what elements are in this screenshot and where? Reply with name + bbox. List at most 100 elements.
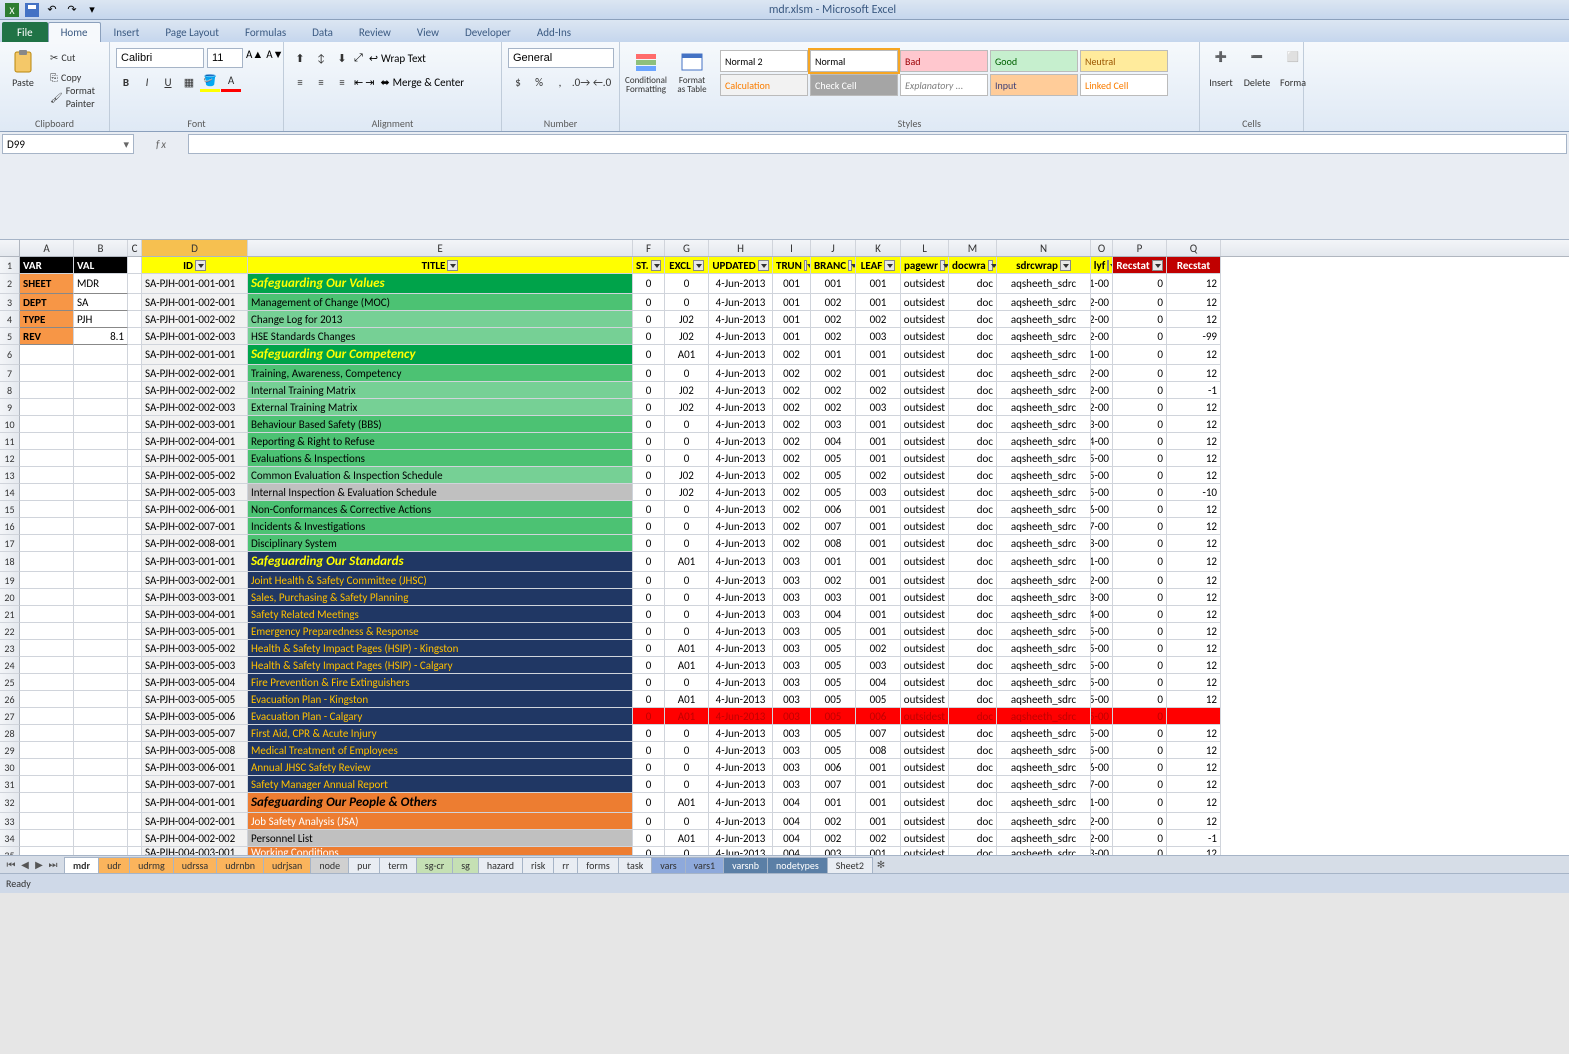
cell-L19[interactable]: outsidest [901, 572, 949, 589]
worksheet-grid[interactable]: ABCDEFGHIJKLMNOPQ 1234567891011121314151… [0, 240, 1569, 855]
cell-E20[interactable]: Sales, Purchasing & Safety Planning [248, 589, 633, 606]
cell-L27[interactable]: outsidest [901, 708, 949, 725]
cell-E14[interactable]: Internal Inspection & Evaluation Schedul… [248, 484, 633, 501]
sheet-tab-sg-cr[interactable]: sg-cr [416, 857, 453, 873]
italic-button[interactable]: I [137, 72, 157, 92]
orientation-icon[interactable]: ⤢ [354, 51, 363, 65]
cell-B1[interactable]: VAL [74, 257, 128, 274]
cell-G3[interactable]: 0 [665, 294, 709, 311]
cell-B17[interactable] [74, 535, 128, 552]
tab-home[interactable]: Home [48, 22, 101, 42]
cell-J5[interactable]: 002 [811, 328, 856, 345]
cell-K15[interactable]: 001 [856, 501, 901, 518]
cell-P18[interactable]: 0 [1113, 552, 1167, 572]
tab-nav-first-icon[interactable]: ⏮ [4, 858, 18, 871]
cell-N1[interactable]: sdrcwrap [997, 257, 1091, 274]
cell-O11[interactable]: 04-00 [1091, 433, 1113, 450]
row-header-17[interactable]: 17 [0, 535, 20, 552]
row-header-21[interactable]: 21 [0, 606, 20, 623]
cell-A8[interactable] [20, 382, 74, 399]
fx-button[interactable]: fx [136, 134, 186, 154]
col-header-F[interactable]: F [633, 240, 665, 256]
cell-L1[interactable]: pagewr [901, 257, 949, 274]
cell-D34[interactable]: SA-PJH-004-002-002 [142, 830, 248, 847]
cell-C7[interactable] [128, 365, 142, 382]
cell-B30[interactable] [74, 759, 128, 776]
cell-G22[interactable]: 0 [665, 623, 709, 640]
tab-review[interactable]: Review [346, 22, 404, 42]
cell-N14[interactable]: aqsheeth_sdrc [997, 484, 1091, 501]
cell-L21[interactable]: outsidest [901, 606, 949, 623]
cell-D10[interactable]: SA-PJH-002-003-001 [142, 416, 248, 433]
cell-N2[interactable]: aqsheeth_sdrc [997, 274, 1091, 294]
cell-G30[interactable]: 0 [665, 759, 709, 776]
row-header-27[interactable]: 27 [0, 708, 20, 725]
row-header-33[interactable]: 33 [0, 813, 20, 830]
row-header-32[interactable]: 32 [0, 793, 20, 813]
number-format-combo[interactable] [508, 48, 614, 68]
cell-F7[interactable]: 0 [633, 365, 665, 382]
cell-J1[interactable]: BRANC [811, 257, 856, 274]
tab-developer[interactable]: Developer [452, 22, 524, 42]
cell-E24[interactable]: Health & Safety Impact Pages (HSIP) - Ca… [248, 657, 633, 674]
row-header-25[interactable]: 25 [0, 674, 20, 691]
cell-F12[interactable]: 0 [633, 450, 665, 467]
cell-O27[interactable]: 05-00 [1091, 708, 1113, 725]
cell-N28[interactable]: aqsheeth_sdrc [997, 725, 1091, 742]
cell-N6[interactable]: aqsheeth_sdrc [997, 345, 1091, 365]
cell-A21[interactable] [20, 606, 74, 623]
cell-H35[interactable]: 4-Jun-2013 [709, 847, 773, 855]
sheet-tab-mdr[interactable]: mdr [64, 857, 99, 873]
cell-P8[interactable]: 0 [1113, 382, 1167, 399]
cell-K7[interactable]: 001 [856, 365, 901, 382]
cell-A25[interactable] [20, 674, 74, 691]
cell-D1[interactable]: ID [142, 257, 248, 274]
cell-M19[interactable]: doc [949, 572, 997, 589]
cell-J26[interactable]: 005 [811, 691, 856, 708]
cell-Q11[interactable]: 12 [1167, 433, 1221, 450]
cell-E34[interactable]: Personnel List [248, 830, 633, 847]
cell-D16[interactable]: SA-PJH-002-007-001 [142, 518, 248, 535]
cell-C27[interactable] [128, 708, 142, 725]
cell-K8[interactable]: 002 [856, 382, 901, 399]
cell-O5[interactable]: 02-00 [1091, 328, 1113, 345]
cell-E17[interactable]: Disciplinary System [248, 535, 633, 552]
cell-O18[interactable]: 01-00 [1091, 552, 1113, 572]
cell-F22[interactable]: 0 [633, 623, 665, 640]
sheet-tab-task[interactable]: task [618, 857, 652, 873]
cell-N30[interactable]: aqsheeth_sdrc [997, 759, 1091, 776]
cell-A34[interactable] [20, 830, 74, 847]
cell-K31[interactable]: 001 [856, 776, 901, 793]
cell-G1[interactable]: EXCL [665, 257, 709, 274]
cell-O20[interactable]: 03-00 [1091, 589, 1113, 606]
cell-P15[interactable]: 0 [1113, 501, 1167, 518]
cell-I28[interactable]: 003 [773, 725, 811, 742]
cell-O34[interactable]: 02-00 [1091, 830, 1113, 847]
tab-addins[interactable]: Add-Ins [524, 22, 584, 42]
save-icon[interactable] [24, 2, 40, 18]
cell-N4[interactable]: aqsheeth_sdrc [997, 311, 1091, 328]
cell-O30[interactable]: 06-00 [1091, 759, 1113, 776]
cell-O9[interactable]: 02-00 [1091, 399, 1113, 416]
cell-F17[interactable]: 0 [633, 535, 665, 552]
style-normal-2[interactable]: Normal 2 [720, 50, 808, 72]
cell-O8[interactable]: 02-00 [1091, 382, 1113, 399]
indent-dec-icon[interactable]: ⇤ [354, 76, 363, 89]
cell-O17[interactable]: 08-00 [1091, 535, 1113, 552]
cell-D15[interactable]: SA-PJH-002-006-001 [142, 501, 248, 518]
cell-K17[interactable]: 001 [856, 535, 901, 552]
cell-F24[interactable]: 0 [633, 657, 665, 674]
cell-A19[interactable] [20, 572, 74, 589]
cell-I1[interactable]: TRUN [773, 257, 811, 274]
row-header-22[interactable]: 22 [0, 623, 20, 640]
cell-A32[interactable] [20, 793, 74, 813]
cell-M33[interactable]: doc [949, 813, 997, 830]
new-sheet-icon[interactable]: ✻ [874, 858, 888, 871]
cell-C6[interactable] [128, 345, 142, 365]
row-header-29[interactable]: 29 [0, 742, 20, 759]
sheet-tab-vars[interactable]: vars [651, 857, 685, 873]
cell-A14[interactable] [20, 484, 74, 501]
cell-J15[interactable]: 006 [811, 501, 856, 518]
cell-M10[interactable]: doc [949, 416, 997, 433]
cell-F9[interactable]: 0 [633, 399, 665, 416]
